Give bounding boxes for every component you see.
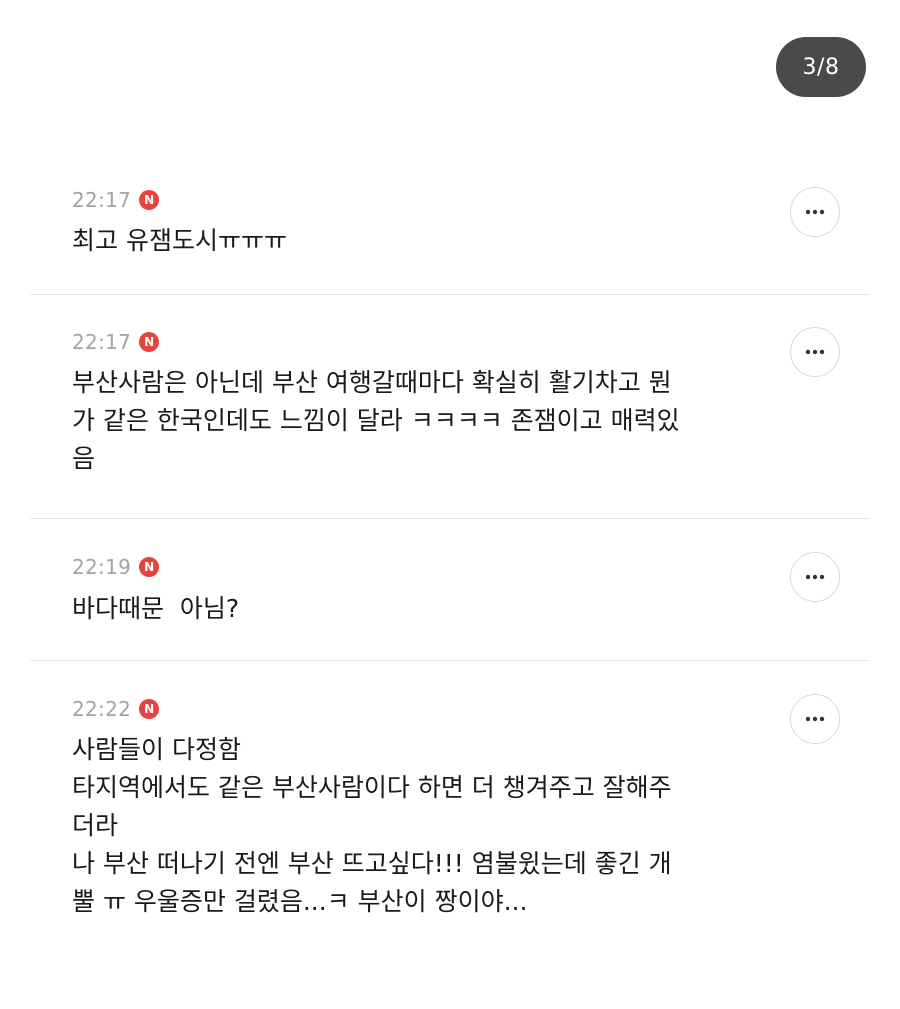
more-dots-icon — [805, 349, 825, 355]
more-options-button[interactable] — [790, 327, 840, 377]
comment-line: 더라 — [72, 811, 119, 840]
more-dots-icon — [805, 716, 825, 722]
comment-line: 음 — [72, 444, 96, 473]
more-dots-icon — [805, 209, 825, 215]
new-badge-icon: N — [139, 699, 160, 719]
comment-line: 최고 유잼도시ㅠㅠㅠ — [72, 226, 287, 255]
comment-meta: 22:17 N — [72, 328, 160, 356]
comment-line: 바다때문 아님? — [72, 594, 240, 623]
comment-text: 사람들이 다정함 타지역에서도 같은 부산사람이다 하면 더 챙겨주고 잘해주 … — [72, 731, 792, 921]
comment-text: 바다때문 아님? — [72, 590, 792, 628]
comment-time: 22:22 — [72, 697, 132, 721]
more-options-button[interactable] — [790, 187, 840, 237]
comment-divider — [30, 294, 870, 295]
comment-time: 22:19 — [72, 555, 132, 579]
more-dots-icon — [805, 574, 825, 580]
comment-line: 사람들이 다정함 — [72, 735, 241, 764]
comment-meta: 22:17 N — [72, 186, 160, 214]
comment-line: 뿔 ㅠ 우울증만 걸렸음...ㅋ 부산이 짱이야... — [72, 887, 528, 916]
comment-line: 나 부산 떠나기 전엔 부산 뜨고싶다!!! 염불윘는데 좋긴 개 — [72, 849, 672, 878]
comment-line: 타지역에서도 같은 부산사람이다 하면 더 챙겨주고 잘해주 — [72, 773, 672, 802]
comment-meta: 22:22 N — [72, 695, 160, 723]
new-badge-icon: N — [139, 557, 160, 577]
page-counter: 3/8 — [776, 37, 866, 97]
comment-text: 최고 유잼도시ㅠㅠㅠ — [72, 222, 792, 260]
comment-meta: 22:19 N — [72, 553, 160, 581]
comment-divider — [30, 518, 870, 519]
comment-divider — [30, 660, 870, 661]
more-options-button[interactable] — [790, 552, 840, 602]
comment-line: 가 같은 한국인데도 느낌이 달라 ㅋㅋㅋㅋ 존잼이고 매력있 — [72, 406, 680, 435]
comment-text: 부산사람은 아닌데 부산 여행갈때마다 확실히 활기차고 뭔 가 같은 한국인데… — [72, 364, 792, 478]
new-badge-icon: N — [139, 332, 160, 352]
comment-time: 22:17 — [72, 188, 132, 212]
more-options-button[interactable] — [790, 694, 840, 744]
comment-time: 22:17 — [72, 330, 132, 354]
comment-line: 부산사람은 아닌데 부산 여행갈때마다 확실히 활기차고 뭔 — [72, 368, 672, 397]
new-badge-icon: N — [139, 190, 160, 210]
